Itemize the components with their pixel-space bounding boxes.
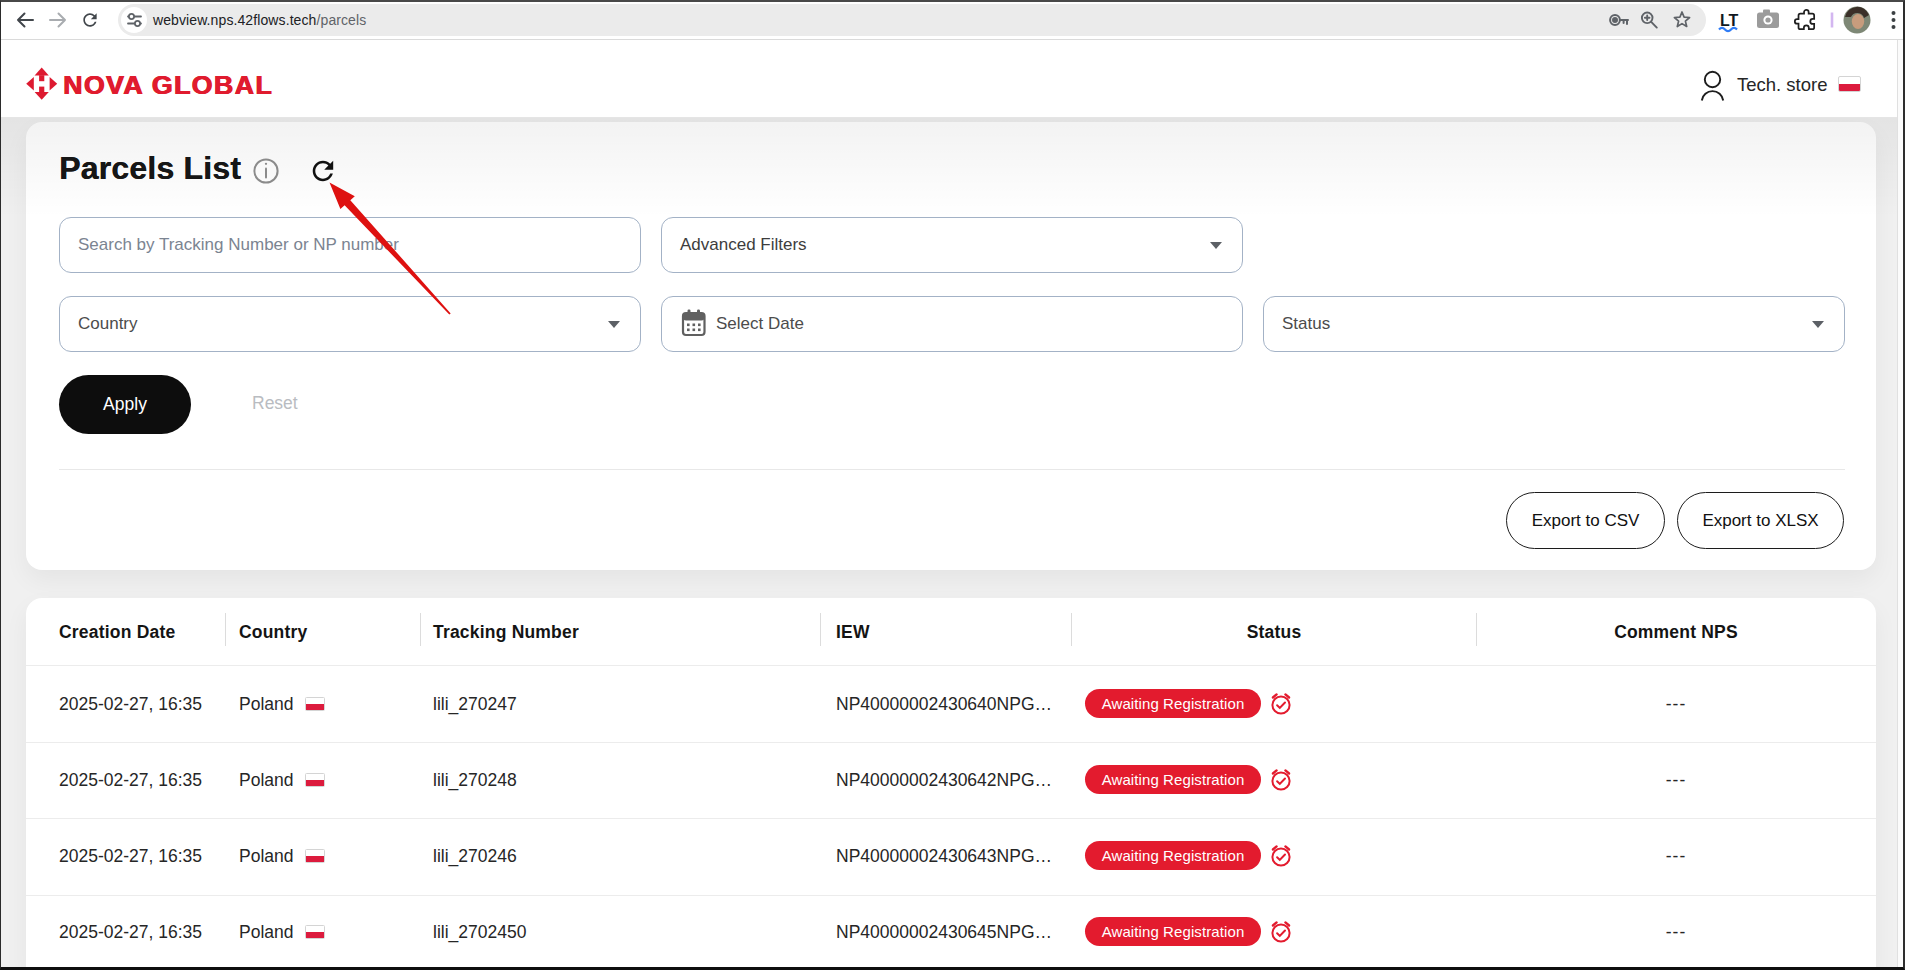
svg-text:LT: LT <box>1720 12 1739 29</box>
